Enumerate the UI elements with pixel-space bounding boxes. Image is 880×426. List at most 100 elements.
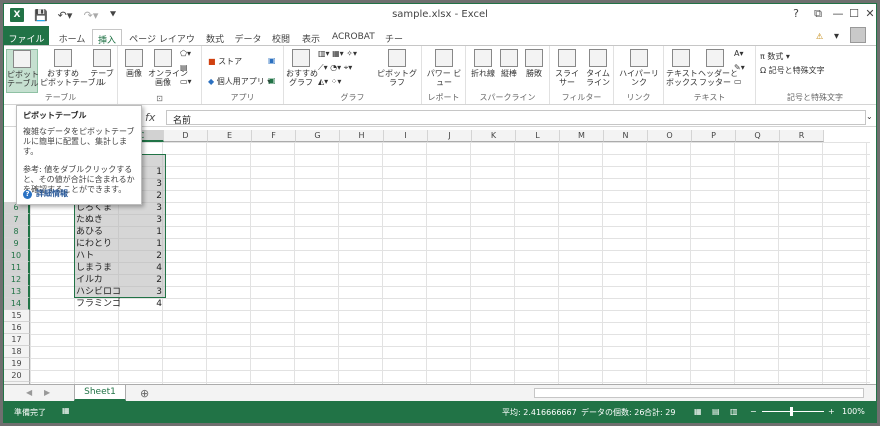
equation-button[interactable]: π 数式 ▾	[760, 51, 790, 62]
sheet-next-icon[interactable]: ▶	[44, 388, 50, 397]
recommended-pivot-button[interactable]: おすすめ ピボットテーブル	[40, 49, 104, 87]
table-button[interactable]: テーブル	[88, 49, 116, 87]
row-header[interactable]: 9	[4, 238, 30, 250]
cell-b[interactable]: にわとり	[76, 238, 120, 250]
sheet-tab-sheet1[interactable]: Sheet1	[74, 385, 126, 401]
sparkline-line-button[interactable]: 折れ線	[470, 49, 496, 78]
timeline-button[interactable]: タイム ライン	[584, 49, 612, 87]
column-header[interactable]: F	[252, 130, 296, 142]
sparkline-winloss-button[interactable]: 勝敗	[522, 49, 546, 78]
cell-c[interactable]: 4	[120, 298, 164, 310]
cell-b[interactable]: ハト	[76, 250, 120, 262]
avatar[interactable]	[850, 27, 866, 43]
horizontal-scrollbar[interactable]	[534, 388, 864, 398]
row-header[interactable]: 7	[4, 214, 30, 226]
fx-icon[interactable]: fx	[145, 111, 155, 124]
cell-c[interactable]: 2	[120, 250, 164, 262]
cell-b[interactable]: たぬき	[76, 214, 120, 226]
row-header[interactable]: 17	[4, 334, 30, 346]
online-picture-button[interactable]: オンライン 画像	[148, 49, 188, 87]
page-layout-view-icon[interactable]: ▤	[712, 407, 720, 416]
tab-team[interactable]: チーム	[378, 29, 410, 58]
tab-review[interactable]: 校閲	[266, 29, 296, 46]
illustrations-dialog-icon[interactable]: ⊡	[118, 94, 201, 103]
tab-formulas[interactable]: 数式	[200, 29, 230, 46]
cell-b[interactable]: しまうま	[76, 262, 120, 274]
account-menu[interactable]: ▾	[834, 31, 839, 42]
cell-c[interactable]: 1	[120, 238, 164, 250]
help-button[interactable]: ?	[786, 7, 806, 23]
people-graph-icon[interactable]: ▣	[268, 76, 276, 85]
column-header[interactable]: N	[604, 130, 648, 142]
power-view-button[interactable]: パワー ビュー	[424, 49, 464, 87]
column-header[interactable]: L	[516, 130, 560, 142]
area-chart-icon[interactable]: ◭▾ ⁘▾	[318, 77, 341, 86]
zoom-slider[interactable]	[762, 411, 824, 412]
cell-c[interactable]: 3	[120, 286, 164, 298]
zoom-level[interactable]: 100%	[842, 407, 865, 416]
slicer-button[interactable]: スライサー	[552, 49, 582, 87]
add-sheet-button[interactable]: ⊕	[140, 387, 149, 400]
cell-c[interactable]: 1	[120, 226, 164, 238]
column-header[interactable]: J	[428, 130, 472, 142]
bing-maps-icon[interactable]: ▣	[268, 56, 276, 65]
close-button[interactable]: ✕	[860, 7, 876, 23]
column-header[interactable]: P	[692, 130, 736, 142]
tab-home[interactable]: ホーム	[52, 29, 92, 46]
row-header[interactable]: 19	[4, 358, 30, 370]
column-chart-icon[interactable]: ▥▾ ▦▾ ✧▾	[318, 49, 357, 58]
screenshot-icon[interactable]: ▭▾	[180, 77, 192, 86]
row-header[interactable]: 15	[4, 310, 30, 322]
textbox-button[interactable]: テキスト ボックス	[666, 49, 698, 87]
tab-acrobat[interactable]: ACROBAT	[328, 29, 378, 46]
my-apps-button[interactable]: ◆ 個人用アプリ ▾	[208, 76, 271, 87]
line-chart-icon[interactable]: ⟋▾ ◔▾ ⌖▾	[318, 63, 352, 73]
expand-formula-icon[interactable]: ⌄	[866, 112, 873, 121]
store-button[interactable]: ■ ストア	[208, 56, 242, 67]
column-header[interactable]: H	[340, 130, 384, 142]
shapes-icon[interactable]: ⬠▾	[180, 49, 191, 58]
column-header[interactable]: I	[384, 130, 428, 142]
smartart-icon[interactable]: ▤	[180, 63, 188, 72]
column-header[interactable]: O	[648, 130, 692, 142]
row-header[interactable]: 18	[4, 346, 30, 358]
cell-c[interactable]: 4	[120, 262, 164, 274]
cell-b[interactable]: あひる	[76, 226, 120, 238]
zoom-out-icon[interactable]: −	[750, 407, 757, 416]
column-header[interactable]: D	[164, 130, 208, 142]
tab-insert[interactable]: 挿入	[92, 29, 122, 46]
row-header[interactable]: 13	[4, 286, 30, 298]
row-header[interactable]: 14	[4, 298, 30, 310]
column-header[interactable]: E	[208, 130, 252, 142]
zoom-slider-handle[interactable]	[790, 407, 793, 416]
column-header[interactable]: Q	[736, 130, 780, 142]
row-header[interactable]: 10	[4, 250, 30, 262]
symbol-button[interactable]: Ω 記号と特殊文字	[760, 65, 825, 76]
page-break-view-icon[interactable]: ▥	[730, 407, 738, 416]
tab-file[interactable]: ファイル	[4, 26, 49, 46]
row-header[interactable]: 12	[4, 274, 30, 286]
normal-view-icon[interactable]: ▦	[694, 407, 702, 416]
column-header[interactable]: M	[560, 130, 604, 142]
column-header[interactable]: K	[472, 130, 516, 142]
object-icon[interactable]: ▭	[734, 77, 742, 86]
pivot-chart-button[interactable]: ピボットグラフ	[374, 49, 420, 87]
tab-data[interactable]: データ	[230, 29, 266, 46]
cell-c[interactable]: 3	[120, 214, 164, 226]
zoom-in-icon[interactable]: +	[828, 407, 835, 416]
row-header[interactable]: 20	[4, 370, 30, 382]
tab-view[interactable]: 表示	[296, 29, 326, 46]
column-header[interactable]: R	[780, 130, 824, 142]
column-header[interactable]: G	[296, 130, 340, 142]
wordart-icon[interactable]: A▾	[734, 49, 744, 58]
pivot-table-button[interactable]: ピボット テーブル	[6, 49, 39, 93]
ribbon-display-button[interactable]: ⧉	[808, 7, 828, 23]
hyperlink-button[interactable]: ハイパーリンク	[616, 49, 662, 87]
row-header[interactable]: 8	[4, 226, 30, 238]
recommended-charts-button[interactable]: おすすめ グラフ	[286, 49, 318, 87]
macro-record-icon[interactable]: ▦	[62, 406, 70, 415]
sparkline-column-button[interactable]: 縦棒	[497, 49, 521, 78]
cell-c[interactable]: 2	[120, 274, 164, 286]
formula-input[interactable]: 名前	[166, 110, 866, 126]
row-header[interactable]: 16	[4, 322, 30, 334]
